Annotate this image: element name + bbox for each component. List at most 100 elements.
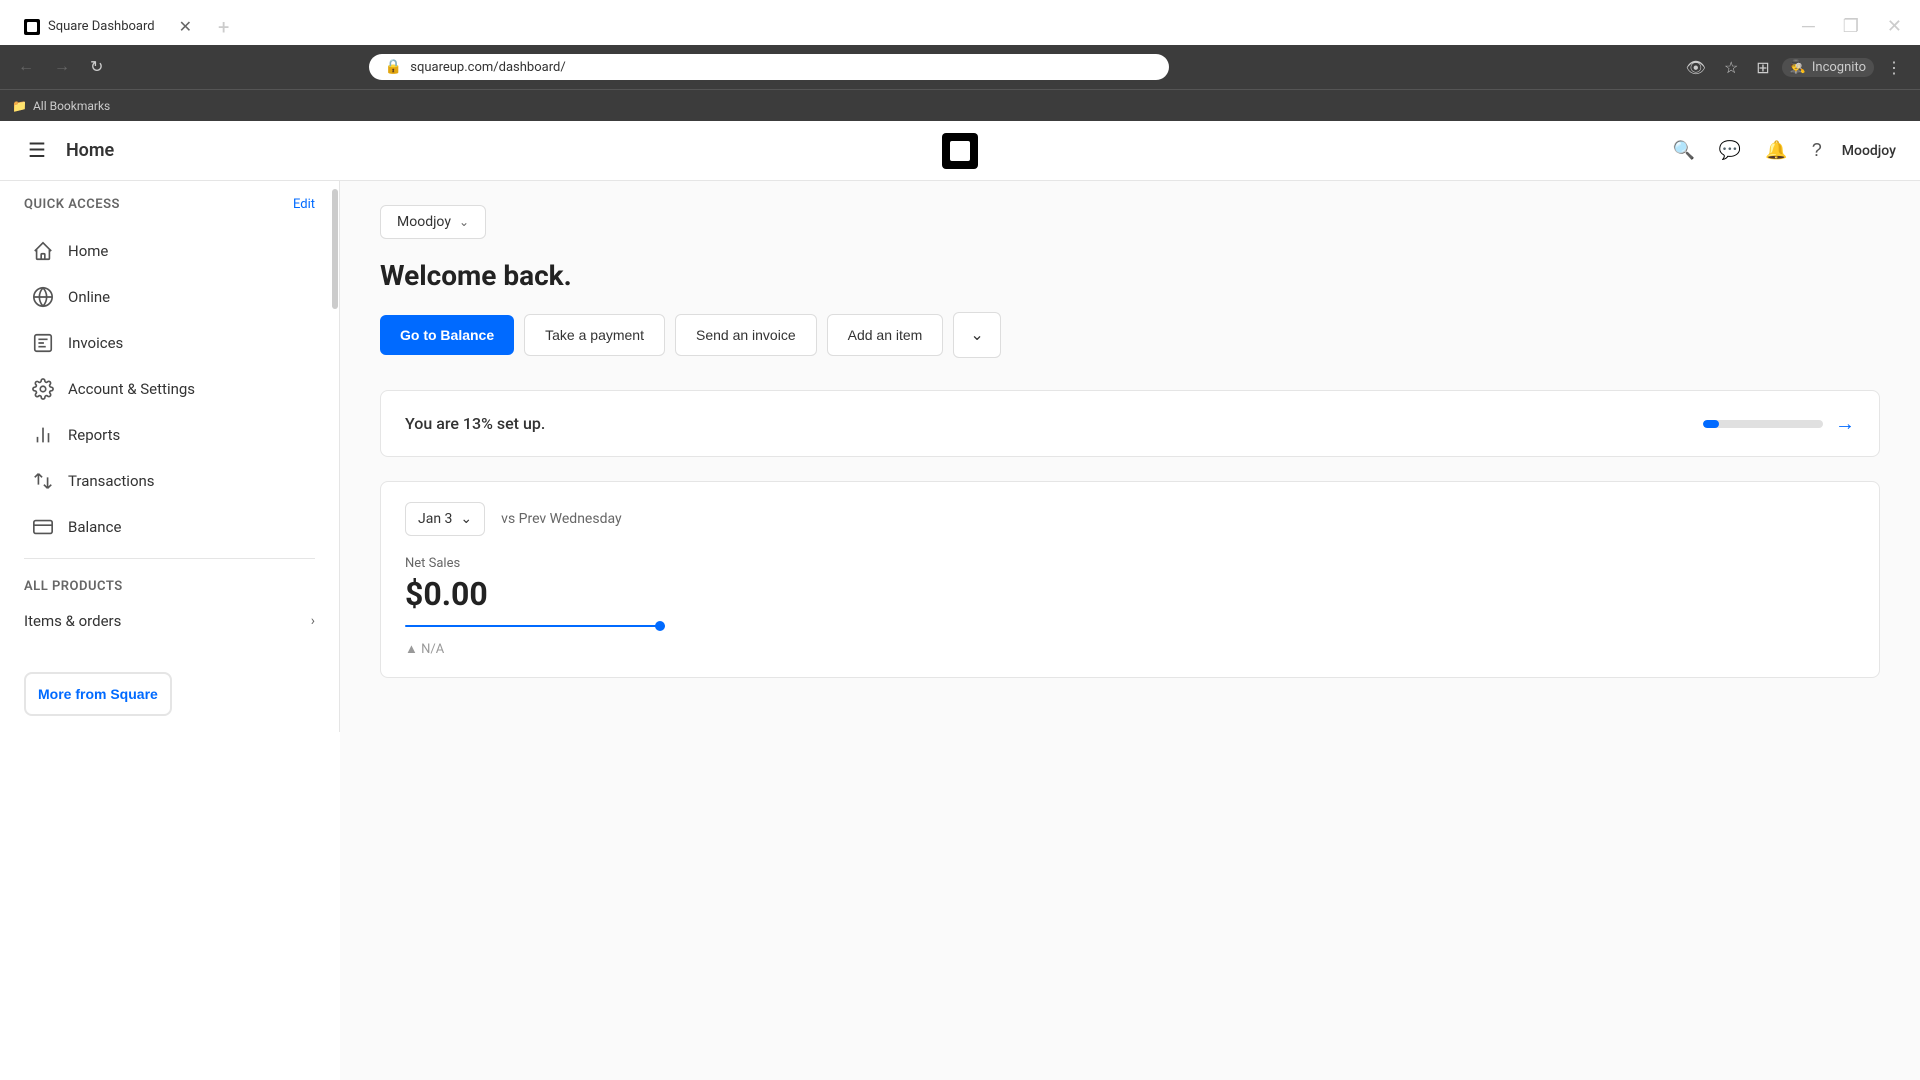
close-window-button[interactable]: ✕ — [1873, 12, 1916, 41]
date-selector-button[interactable]: Jan 3 ⌄ — [405, 502, 485, 536]
home-icon — [32, 240, 54, 262]
sales-chart — [405, 625, 1855, 629]
items-orders-label: Items & orders — [24, 612, 121, 630]
welcome-heading: Welcome back. — [380, 259, 1880, 292]
sidebar-item-reports[interactable]: Reports — [8, 414, 331, 456]
hamburger-menu-button[interactable]: ☰ — [24, 134, 50, 167]
star-icon[interactable]: ☆ — [1718, 54, 1744, 81]
take-payment-button[interactable]: Take a payment — [524, 314, 665, 356]
user-menu-button[interactable]: Moodjoy — [1842, 143, 1896, 159]
bookmarks-bar: 📁 All Bookmarks — [0, 89, 1920, 121]
transactions-icon — [32, 470, 54, 492]
forward-button[interactable]: → — [48, 54, 76, 80]
sidebar-item-transactions[interactable]: Transactions — [8, 460, 331, 502]
all-products-header: All products — [0, 567, 339, 602]
sidebar-scrollbar[interactable] — [332, 189, 338, 309]
setup-progress-arrow-icon[interactable]: → — [1835, 411, 1855, 436]
more-from-square-button[interactable]: More from Square — [24, 672, 172, 716]
window-controls: ─ ❐ ✕ — [1788, 12, 1920, 41]
browser-chrome: Square Dashboard ✕ + ─ ❐ ✕ ← → ↻ 🔒 squar… — [0, 0, 1920, 121]
header-right: 🔍 💬 🔔 ? Moodjoy — [1668, 136, 1896, 165]
tab-close-button[interactable]: ✕ — [179, 17, 192, 36]
online-icon — [32, 286, 54, 308]
quick-access-edit-link[interactable]: Edit — [293, 197, 315, 212]
main-content: Quick access Edit Home Online — [0, 181, 1920, 1080]
date-label: Jan 3 — [418, 511, 452, 527]
setup-right: → — [1703, 411, 1855, 436]
business-selector-button[interactable]: Moodjoy ⌄ — [380, 205, 486, 239]
sidebar-online-label: Online — [68, 288, 110, 306]
stats-section: Jan 3 ⌄ vs Prev Wednesday Net Sales $0.0… — [380, 481, 1880, 678]
url-text: squareup.com/dashboard/ — [410, 60, 1153, 75]
chart-line — [405, 625, 665, 627]
minimize-button[interactable]: ─ — [1788, 12, 1829, 41]
sidebar-item-account-settings[interactable]: Account & Settings — [8, 368, 331, 410]
eye-off-icon[interactable]: 👁 — [1680, 54, 1712, 81]
new-tab-button[interactable]: + — [208, 11, 239, 43]
incognito-icon: 🕵 — [1790, 60, 1806, 75]
sidebar-transactions-label: Transactions — [68, 472, 155, 490]
balance-icon — [32, 516, 54, 538]
sidebar-reports-label: Reports — [68, 426, 120, 444]
setup-progress-section: You are 13% set up. → — [380, 390, 1880, 457]
sidebar-item-invoices[interactable]: Invoices — [8, 322, 331, 364]
stats-controls: Jan 3 ⌄ vs Prev Wednesday — [405, 502, 1855, 536]
tab-bar: Square Dashboard ✕ + ─ ❐ ✕ — [0, 0, 1920, 45]
sidebar-item-online[interactable]: Online — [8, 276, 331, 318]
net-sales-label: Net Sales — [405, 556, 1855, 571]
notifications-button[interactable]: 🔔 — [1761, 136, 1791, 165]
sidebar-account-settings-label: Account & Settings — [68, 380, 195, 398]
sidebar-item-balance[interactable]: Balance — [8, 506, 331, 548]
sidebar-home-label: Home — [68, 242, 108, 260]
settings-icon — [32, 378, 54, 400]
sidebar: Quick access Edit Home Online — [0, 181, 340, 732]
setup-progress-fill — [1703, 420, 1719, 428]
date-chevron-icon: ⌄ — [460, 511, 472, 527]
sidebar-item-home[interactable]: Home — [8, 230, 331, 272]
sidebar-invoices-label: Invoices — [68, 334, 123, 352]
incognito-badge: 🕵 Incognito — [1782, 58, 1874, 77]
trend-label: ▲ N/A — [405, 641, 444, 657]
sidebar-toggle-icon[interactable]: ⊞ — [1750, 54, 1775, 81]
invoices-icon — [32, 332, 54, 354]
tab-title: Square Dashboard — [48, 19, 155, 34]
tab-favicon — [24, 19, 40, 35]
sidebar-divider — [24, 558, 315, 559]
reload-button[interactable]: ↻ — [84, 53, 109, 81]
setup-progress-bar — [1703, 420, 1823, 428]
send-invoice-button[interactable]: Send an invoice — [675, 314, 817, 356]
browser-toolbar: ← → ↻ 🔒 squareup.com/dashboard/ 👁 ☆ ⊞ 🕵 … — [0, 45, 1920, 89]
menu-icon[interactable]: ⋮ — [1880, 54, 1908, 81]
business-selector-chevron-icon: ⌄ — [459, 215, 469, 229]
header-home-label: Home — [66, 140, 114, 161]
back-button[interactable]: ← — [12, 54, 40, 80]
messages-button[interactable]: 💬 — [1715, 136, 1745, 165]
app-header: ☰ Home 🔍 💬 🔔 ? Moodjoy — [0, 121, 1920, 181]
sidebar-item-items-orders[interactable]: Items & orders › — [0, 602, 339, 640]
add-item-button[interactable]: Add an item — [827, 314, 944, 356]
reports-icon — [32, 424, 54, 446]
net-sales-value: $0.00 — [405, 575, 1855, 613]
go-to-balance-button[interactable]: Go to Balance — [380, 315, 514, 355]
incognito-text: Incognito — [1812, 60, 1866, 75]
bookmarks-folder-icon: 📁 — [12, 99, 27, 113]
quick-access-section: Quick access Edit — [0, 181, 339, 228]
action-buttons-row: Go to Balance Take a payment Send an inv… — [380, 312, 1880, 358]
header-logo — [942, 133, 978, 169]
quick-access-header: Quick access Edit — [24, 197, 315, 212]
comparison-label: vs Prev Wednesday — [501, 511, 621, 527]
chart-dot — [655, 621, 665, 631]
lock-icon: 🔒 — [385, 59, 402, 75]
header-left: ☰ Home — [24, 134, 114, 167]
setup-progress-text: You are 13% set up. — [405, 414, 545, 433]
more-actions-button[interactable]: ⌄ — [953, 312, 1000, 358]
business-name-label: Moodjoy — [397, 214, 451, 230]
app: ☰ Home 🔍 💬 🔔 ? Moodjoy Quick access Edit — [0, 121, 1920, 1080]
address-bar[interactable]: 🔒 squareup.com/dashboard/ — [369, 54, 1169, 80]
help-button[interactable]: ? — [1808, 136, 1826, 165]
active-tab[interactable]: Square Dashboard ✕ — [8, 11, 208, 42]
toolbar-right: 👁 ☆ ⊞ 🕵 Incognito ⋮ — [1680, 54, 1908, 81]
search-button[interactable]: 🔍 — [1668, 136, 1698, 165]
bookmarks-label: 📁 All Bookmarks — [12, 99, 110, 113]
maximize-button[interactable]: ❐ — [1829, 12, 1873, 41]
